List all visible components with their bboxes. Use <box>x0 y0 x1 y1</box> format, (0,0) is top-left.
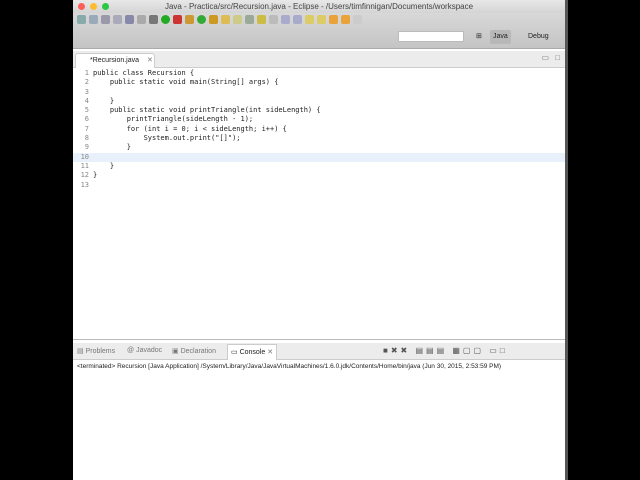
new-package-icon[interactable] <box>185 15 194 24</box>
open-icon[interactable] <box>89 15 98 24</box>
tab-label: *Recursion.java <box>90 57 140 64</box>
line-number: 5 <box>84 106 89 115</box>
prev-annotation-icon[interactable] <box>317 15 326 24</box>
perspective-java[interactable]: Java <box>490 30 511 44</box>
line-number: 12 <box>80 171 89 180</box>
code-line[interactable]: 11 } <box>73 162 565 171</box>
next-annotation-icon[interactable] <box>305 15 314 24</box>
print-icon[interactable] <box>125 15 134 24</box>
forward-icon[interactable] <box>353 15 362 24</box>
back-icon[interactable] <box>329 15 338 24</box>
code-line[interactable]: 7 for (int i = 0; i < sideLength; i++) { <box>73 125 565 134</box>
line-number: 2 <box>84 78 89 87</box>
close-tab-icon[interactable]: ✕ <box>267 349 273 356</box>
tab-label: Declaration <box>180 348 216 355</box>
line-code: } <box>93 143 131 152</box>
line-code: } <box>93 96 115 105</box>
eclipse-window: Java - Practica/src/Recursion.java - Ecl… <box>73 0 565 480</box>
code-line[interactable]: 4 } <box>73 97 565 106</box>
save-all-icon[interactable] <box>113 15 122 24</box>
code-line[interactable]: 3 <box>73 88 565 97</box>
tab-declaration[interactable]: ▣ Declaration <box>172 347 216 355</box>
line-code: System.out.print("[]"); <box>93 134 241 143</box>
window-title: Java - Practica/src/Recursion.java - Ecl… <box>164 2 474 11</box>
window-edge <box>565 0 568 480</box>
line-code: public static void printTriangle(int sid… <box>93 106 321 115</box>
block-selection-icon[interactable] <box>269 15 278 24</box>
new-icon[interactable] <box>77 15 86 24</box>
open-perspective-icon[interactable]: ⊞ <box>473 30 485 44</box>
line-code: public class Recursion { <box>93 69 195 77</box>
code-line[interactable]: 6 printTriangle(sideLength - 1); <box>73 115 565 124</box>
line-number: 1 <box>84 69 89 77</box>
open-task-icon[interactable] <box>221 15 230 24</box>
pilcrow-icon[interactable] <box>293 15 302 24</box>
toolbar-buttons <box>77 15 362 24</box>
line-number: 8 <box>84 134 89 143</box>
line-code: } <box>93 171 98 180</box>
save-icon[interactable] <box>101 15 110 24</box>
line-code: public static void main(String[] args) { <box>93 78 279 87</box>
code-line[interactable]: 10 <box>73 152 565 162</box>
line-number: 9 <box>84 143 89 152</box>
code-line[interactable]: 2 public static void main(String[] args)… <box>73 78 565 87</box>
line-number: 4 <box>84 96 89 105</box>
tab-label: Console <box>239 349 266 356</box>
line-number: 13 <box>80 180 89 189</box>
search-tool-icon[interactable] <box>233 15 242 24</box>
external-tools-icon[interactable] <box>173 15 182 24</box>
editor-tab-bar: *Recursion.java ✕ ▭ □ <box>73 51 565 68</box>
skip-breakpoints-icon[interactable] <box>137 15 146 24</box>
minimize-icon[interactable]: ▭ <box>541 53 549 62</box>
line-code: printTriangle(sideLength - 1); <box>93 115 254 124</box>
close-tab-icon[interactable]: ✕ <box>147 57 153 64</box>
zoom-window-button[interactable] <box>102 3 109 10</box>
main-toolbar: ⊞ Java Debug <box>73 13 565 49</box>
minimize-window-button[interactable] <box>90 3 97 10</box>
mark-occurrences-icon[interactable] <box>257 15 266 24</box>
tab-problems[interactable]: ▤ Problems <box>77 347 115 355</box>
forward-history-icon[interactable] <box>341 15 350 24</box>
console-toolbar-icons[interactable]: ■✖✖ ▤▤▤ ▦▢▢ ▭□ <box>383 346 508 355</box>
line-number: 11 <box>80 161 89 170</box>
open-type-icon[interactable] <box>209 15 218 24</box>
debug-icon[interactable] <box>149 15 158 24</box>
quick-access-input[interactable] <box>398 31 464 42</box>
bottom-panel-tabs: ▤ Problems @ Javadoc ▣ Declaration ▭ Con… <box>73 343 565 360</box>
code-line[interactable]: 8 System.out.print("[]"); <box>73 134 565 143</box>
line-code: } <box>93 161 115 170</box>
tab-recursion-java[interactable]: *Recursion.java ✕ <box>75 53 155 68</box>
run-icon[interactable] <box>161 15 170 24</box>
annotation-icon[interactable] <box>245 15 254 24</box>
line-number: 10 <box>80 152 89 161</box>
title-bar: Java - Practica/src/Recursion.java - Ecl… <box>73 0 565 13</box>
code-line[interactable]: 5 public static void printTriangle(int s… <box>73 106 565 115</box>
tab-javadoc[interactable]: @ Javadoc <box>127 347 162 354</box>
code-line[interactable]: 9 } <box>73 143 565 152</box>
line-number: 7 <box>84 124 89 133</box>
line-number: 6 <box>84 115 89 124</box>
line-code: for (int i = 0; i < sideLength; i++) { <box>93 124 287 133</box>
new-class-icon[interactable] <box>197 15 206 24</box>
code-line[interactable]: 1 public class Recursion { <box>73 69 565 78</box>
tab-console[interactable]: ▭ Console ✕ <box>227 344 278 360</box>
close-window-button[interactable] <box>78 3 85 10</box>
code-line[interactable]: 12} <box>73 171 565 180</box>
tab-label: Problems <box>85 348 116 355</box>
console-output[interactable]: <terminated> Recursion [Java Application… <box>73 361 565 480</box>
line-number: 3 <box>84 87 89 96</box>
perspective-debug[interactable]: Debug <box>525 30 552 44</box>
code-editor[interactable]: 1 public class Recursion {2 public static… <box>73 68 565 340</box>
tab-label: Javadoc <box>136 347 163 354</box>
show-whitespace-icon[interactable] <box>281 15 290 24</box>
maximize-icon[interactable]: □ <box>555 53 560 62</box>
console-status: <terminated> Recursion [Java Application… <box>77 363 502 370</box>
code-line[interactable]: 13 <box>73 181 565 190</box>
